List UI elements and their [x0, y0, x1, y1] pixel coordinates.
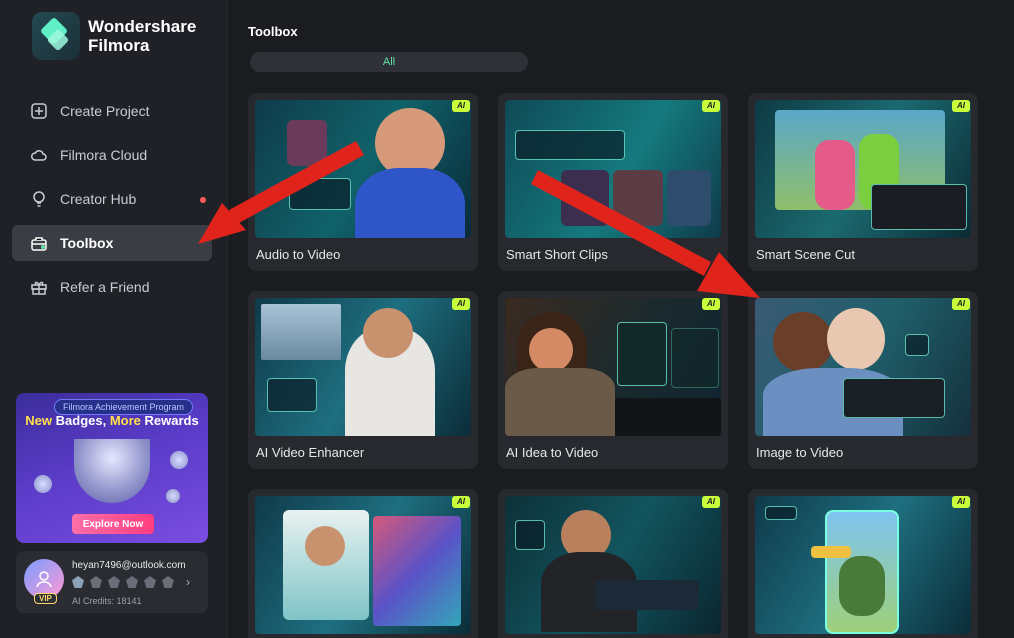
ai-badge: AI: [702, 496, 720, 508]
tool-thumbnail: [255, 496, 471, 634]
tool-thumbnail: [505, 298, 721, 436]
tool-thumbnail: [505, 100, 721, 238]
badge-icon: [162, 576, 174, 588]
trophy-cup-icon: [74, 439, 150, 503]
ai-badge: AI: [702, 298, 720, 310]
sidebar-item-label: Toolbox: [60, 235, 114, 251]
tool-card[interactable]: AI: [498, 489, 728, 638]
filmora-logo-icon: [32, 12, 80, 60]
sidebar-item-create-project[interactable]: Create Project: [12, 93, 212, 129]
coin-icon: [166, 489, 180, 503]
tool-thumbnail: [755, 100, 971, 238]
user-icon: [36, 571, 52, 588]
tool-thumbnail: [755, 298, 971, 436]
tool-card-ai-idea-to-video[interactable]: AI AI Idea to Video: [498, 291, 728, 469]
badge-icon: [144, 576, 156, 588]
filter-tab-all[interactable]: All: [250, 52, 528, 72]
badge-icon: [108, 576, 120, 588]
tool-card-label: Image to Video: [756, 445, 844, 460]
vip-badge: VIP: [34, 593, 57, 604]
sidebar: Wondershare Filmora Create Project Filmo…: [0, 0, 228, 638]
tool-thumbnail: [505, 496, 721, 634]
sidebar-item-label: Creator Hub: [60, 191, 137, 207]
tool-card-label: AI Video Enhancer: [256, 445, 365, 460]
badge-icon: [126, 576, 138, 588]
promo-title: New Badges, More Rewards: [25, 413, 199, 428]
tool-thumbnail: [755, 496, 971, 634]
ai-badge: AI: [452, 100, 470, 112]
plus-square-icon: [30, 102, 48, 120]
gift-icon: [30, 278, 48, 296]
sidebar-item-creator-hub[interactable]: Creator Hub: [12, 181, 212, 217]
sidebar-nav: Create Project Filmora Cloud Creator Hub…: [12, 93, 212, 313]
tool-card-smart-short-clips[interactable]: AI Smart Short Clips: [498, 93, 728, 271]
tool-thumbnail: [255, 100, 471, 238]
tool-card-image-to-video[interactable]: AI Image to Video: [748, 291, 978, 469]
tool-card-label: AI Idea to Video: [506, 445, 599, 460]
tool-card-audio-to-video[interactable]: AI Audio to Video: [248, 93, 478, 271]
coin-icon: [170, 451, 188, 469]
sidebar-item-label: Refer a Friend: [60, 279, 150, 295]
tool-card-label: Smart Short Clips: [506, 247, 608, 262]
bulb-icon: [30, 190, 48, 208]
brand[interactable]: Wondershare Filmora: [32, 12, 196, 60]
achievement-badges[interactable]: [72, 576, 180, 588]
achievement-promo-banner[interactable]: Filmora Achievement Program New Badges, …: [16, 393, 208, 543]
ai-badge: AI: [452, 496, 470, 508]
tool-card-label: Smart Scene Cut: [756, 247, 855, 262]
ai-badge: AI: [952, 100, 970, 112]
sidebar-item-toolbox[interactable]: Toolbox: [12, 225, 212, 261]
chevron-right-icon[interactable]: ›: [186, 575, 190, 589]
tool-card-ai-video-enhancer[interactable]: AI AI Video Enhancer: [248, 291, 478, 469]
notification-dot: [200, 197, 206, 203]
account-panel[interactable]: VIP heyan7496@outlook.com › AI Credits: …: [16, 551, 208, 613]
ai-badge: AI: [952, 496, 970, 508]
tool-card[interactable]: AI: [748, 489, 978, 638]
sidebar-item-label: Filmora Cloud: [60, 147, 148, 163]
tool-thumbnail: [255, 298, 471, 436]
sidebar-item-filmora-cloud[interactable]: Filmora Cloud: [12, 137, 212, 173]
explore-now-button[interactable]: Explore Now: [72, 514, 154, 534]
sidebar-item-refer-a-friend[interactable]: Refer a Friend: [12, 269, 212, 305]
page-title: Toolbox: [248, 24, 298, 39]
account-email: heyan7496@outlook.com: [72, 560, 186, 571]
coin-icon: [34, 475, 52, 493]
brand-name: Wondershare Filmora: [88, 17, 197, 55]
badge-icon: [90, 576, 102, 588]
badge-icon: [72, 576, 84, 588]
toolbox-icon: [30, 234, 48, 252]
tool-card-smart-scene-cut[interactable]: AI Smart Scene Cut: [748, 93, 978, 271]
ai-badge: AI: [702, 100, 720, 112]
ai-badge: AI: [452, 298, 470, 310]
ai-credits: AI Credits: 18141: [72, 596, 142, 606]
tool-card[interactable]: AI: [248, 489, 478, 638]
cloud-icon: [30, 146, 48, 164]
ai-badge: AI: [952, 298, 970, 310]
sidebar-item-label: Create Project: [60, 103, 150, 119]
tool-card-label: Audio to Video: [256, 247, 341, 262]
